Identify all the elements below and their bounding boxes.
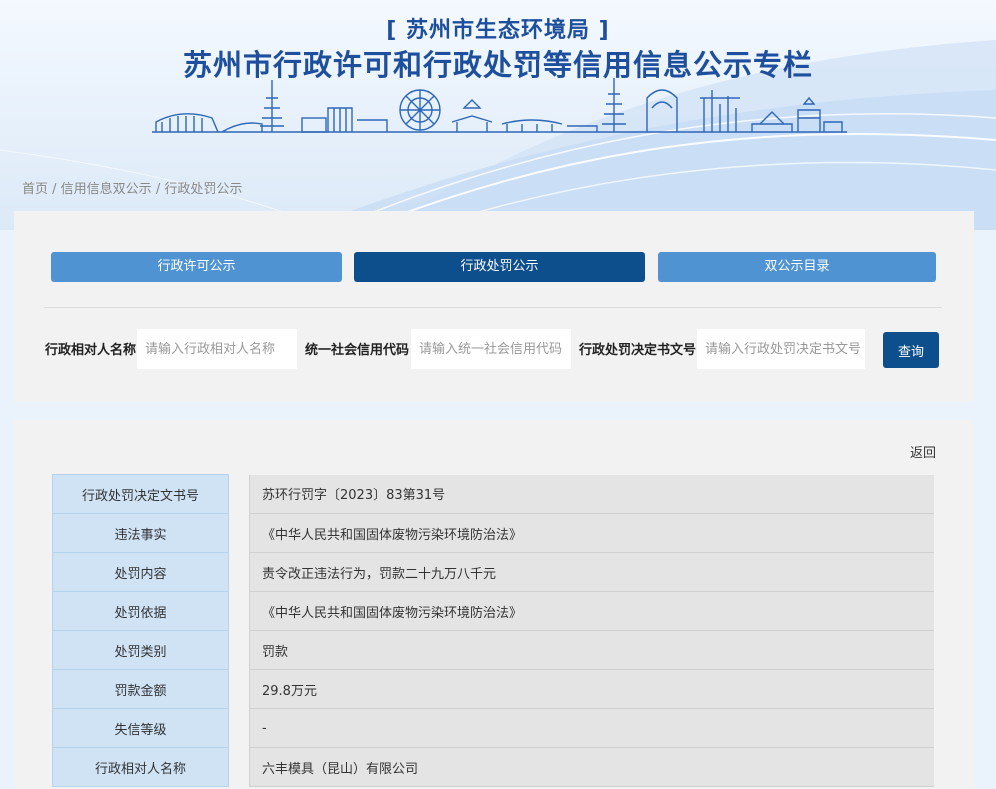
city-skyline-icon <box>152 78 847 133</box>
row-gap <box>228 747 250 787</box>
row-value: - <box>249 708 934 748</box>
penalty-detail-table: 行政处罚决定文书号 苏环行罚字〔2023〕83第31号 违法事实 《中华人民共和国固体… <box>52 474 934 787</box>
table-row: 罚款金额 29.8万元 <box>52 669 934 709</box>
breadcrumb-credit-info[interactable]: 信用信息双公示 <box>61 182 152 197</box>
table-row: 失信等级 - <box>52 708 934 748</box>
breadcrumb-home[interactable]: 首页 <box>22 182 48 197</box>
table-row: 行政相对人名称 六丰模具（昆山）有限公司 <box>52 747 934 787</box>
row-key: 行政相对人名称 <box>52 747 229 787</box>
breadcrumb: 首页 / 信用信息双公示 / 行政处罚公示 <box>22 178 242 197</box>
row-value: 29.8万元 <box>249 669 934 709</box>
tab-dual-catalog[interactable]: 双公示目录 <box>658 252 936 282</box>
row-key: 处罚内容 <box>52 552 229 592</box>
table-row: 违法事实 《中华人民共和国固体废物污染环境防治法》 <box>52 513 934 553</box>
name-input[interactable] <box>137 329 297 369</box>
divider <box>44 307 942 308</box>
decision-number-label: 行政处罚决定书文号 <box>579 343 697 358</box>
credit-code-input[interactable] <box>411 329 571 369</box>
breadcrumb-current: 行政处罚公示 <box>164 182 243 197</box>
row-value: 罚款 <box>249 630 934 670</box>
row-key: 处罚类别 <box>52 630 229 670</box>
row-key: 罚款金额 <box>52 669 229 709</box>
row-gap <box>228 591 250 631</box>
header-banner: [ 苏州市生态环境局 ] 苏州市行政许可和行政处罚等信用信息公示专栏 首页 / … <box>0 0 996 230</box>
table-row: 处罚类别 罚款 <box>52 630 934 670</box>
row-key: 处罚依据 <box>52 591 229 631</box>
row-key: 失信等级 <box>52 708 229 748</box>
table-row: 处罚依据 《中华人民共和国固体废物污染环境防治法》 <box>52 591 934 631</box>
row-gap <box>228 474 250 514</box>
decision-number-input[interactable] <box>697 329 865 369</box>
agency-title: [ 苏州市生态环境局 ] <box>386 18 610 43</box>
row-key: 行政处罚决定文书号 <box>52 474 229 514</box>
row-gap <box>228 630 250 670</box>
query-button[interactable]: 查询 <box>883 332 939 368</box>
credit-code-label: 统一社会信用代码 <box>305 343 410 358</box>
table-row: 处罚内容 责令改正违法行为，罚款二十九万八千元 <box>52 552 934 592</box>
breadcrumb-separator: / <box>48 182 61 197</box>
row-value: 责令改正违法行为，罚款二十九万八千元 <box>249 552 934 592</box>
row-value: 六丰模具（昆山）有限公司 <box>249 747 934 787</box>
name-label: 行政相对人名称 <box>45 343 137 358</box>
row-gap <box>228 513 250 553</box>
row-value: 苏环行罚字〔2023〕83第31号 <box>249 474 934 514</box>
table-row: 行政处罚决定文书号 苏环行罚字〔2023〕83第31号 <box>52 474 934 514</box>
row-value: 《中华人民共和国固体废物污染环境防治法》 <box>249 513 934 553</box>
row-gap <box>228 669 250 709</box>
result-panel: 返回 行政处罚决定文书号 苏环行罚字〔2023〕83第31号 违法事实 《中华人民共和… <box>14 420 974 789</box>
row-gap <box>228 708 250 748</box>
breadcrumb-separator: / <box>151 182 165 197</box>
search-panel: 行政许可公示 行政处罚公示 双公示目录 行政相对人名称 统一社会信用代码 行政处… <box>14 211 974 402</box>
back-link[interactable]: 返回 <box>910 442 936 461</box>
row-gap <box>228 552 250 592</box>
tab-admin-penalty[interactable]: 行政处罚公示 <box>354 252 645 282</box>
tab-admin-license[interactable]: 行政许可公示 <box>51 252 342 282</box>
row-value: 《中华人民共和国固体废物污染环境防治法》 <box>249 591 934 631</box>
row-key: 违法事实 <box>52 513 229 553</box>
